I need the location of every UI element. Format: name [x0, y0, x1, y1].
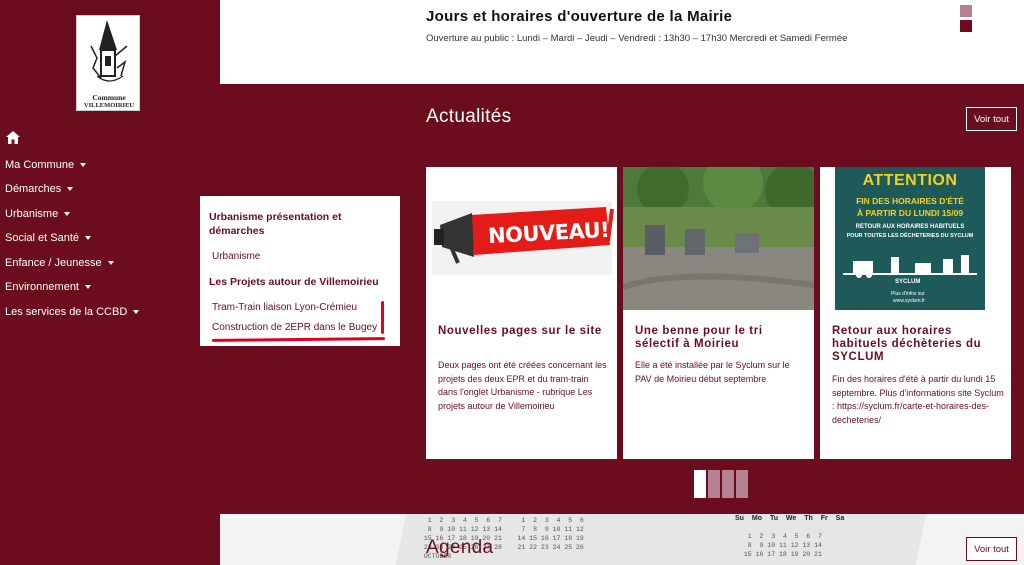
nav-environnement[interactable]: Environnement [5, 281, 91, 293]
poster-info: Plus d'infos sur [891, 291, 925, 297]
nav-urbanisme[interactable]: Urbanisme [5, 208, 71, 220]
poster-brand: SYCLUM [895, 279, 921, 285]
hours-title: Jours et horaires d'ouverture de la Mair… [426, 8, 733, 25]
card-text: Elle a été installée par le Syclum sur l… [635, 360, 790, 384]
poster-line: POUR TOUTES LES DÉCHETERIES DU SYCLUM [846, 233, 974, 239]
nav-label: Les services de la CCBD [5, 306, 128, 318]
slider-square-inactive[interactable] [960, 5, 972, 17]
recycling-bins-photo [623, 167, 814, 310]
calendar-grid-right: 1 2 3 4 5 6 7 8 9 10 11 12 13 14 15 16 1… [743, 533, 822, 558]
logo-line-1: Commune [92, 93, 126, 102]
caret-down-icon [107, 261, 114, 265]
news-title: Actualités [426, 106, 512, 127]
red-annotation-vertical [381, 301, 384, 334]
nav-label: Environnement [5, 281, 79, 293]
church-tower-icon [90, 20, 128, 82]
carousel-dot-2[interactable] [708, 470, 720, 498]
carousel-dot-4[interactable] [736, 470, 748, 498]
hours-text: Ouverture au public : Lundi – Mardi – Je… [426, 33, 848, 44]
submenu-link-tram-train[interactable]: Tram-Train liaison Lyon-Crémieu [212, 302, 357, 313]
card-title[interactable]: Une benne pour le tri sélectif à Moirieu [635, 325, 805, 351]
commune-logo[interactable]: Commune VILLEMOIRIEU [76, 15, 140, 111]
nav-label: Social et Santé [5, 232, 79, 244]
slider-square-active[interactable] [960, 20, 972, 32]
caret-down-icon [85, 285, 91, 289]
nav-label: Ma Commune [5, 159, 75, 171]
poster-url: www.syclum.fr [893, 298, 925, 304]
caret-down-icon [80, 163, 87, 167]
logo-line-2: VILLEMOIRIEU [83, 102, 135, 109]
submenu-link-construction-epr[interactable]: Construction de 2EPR dans le Bugey [212, 322, 377, 333]
poster-heading: ATTENTION [862, 172, 958, 189]
caret-down-icon [64, 212, 71, 216]
news-voir-tout-button[interactable]: Voir tout [966, 107, 1017, 131]
nav-social-sante[interactable]: Social et Santé [5, 232, 91, 244]
poster-line: RETOUR AUX HORAIRES HABITUELS [855, 224, 965, 230]
nav-enfance-jeunesse[interactable]: Enfance / Jeunesse [5, 257, 114, 269]
nav-label: Enfance / Jeunesse [5, 257, 102, 269]
agenda-section: 1 2 3 4 5 6 7 1 2 3 4 5 6 8 9 10 11 12 1… [220, 514, 1024, 565]
card-text: Fin des horaires d'été à partir du lundi… [832, 374, 1004, 425]
submenu-heading-projets[interactable]: Les Projets autour de Villemoirieu [209, 275, 389, 289]
card-text: Deux pages ont été créées concernant les… [438, 360, 607, 411]
submenu-heading-presentation[interactable]: Urbanisme présentation et démarches [209, 210, 389, 238]
urbanisme-dropdown: Urbanisme présentation et démarches Urba… [200, 196, 400, 346]
caret-down-icon [85, 236, 91, 240]
nav-label: Urbanisme [5, 208, 59, 220]
carousel-dot-1[interactable] [694, 470, 706, 498]
poster-line: À PARTIR DU LUNDI 15/09 [856, 208, 964, 218]
caret-down-icon [67, 187, 74, 191]
poster-line: FIN DES HORAIRES D'ÉTÉ [856, 196, 964, 206]
poster: ATTENTION FIN DES HORAIRES D'ÉTÉ À PARTI… [835, 167, 985, 310]
news-card-1[interactable]: NOUVEAU! Nouvelles pages sur le site Deu… [426, 167, 617, 459]
card-image: NOUVEAU! [426, 167, 617, 310]
card-image-photo [623, 167, 814, 310]
caret-down-icon [133, 310, 140, 314]
calendar-weekdays: Su Mo Tu We Th Fr Sa [735, 515, 845, 522]
card-title[interactable]: Retour aux horaires habituels déchèterie… [832, 325, 1002, 364]
news-card-2[interactable]: Une benne pour le tri sélectif à Moirieu… [623, 167, 814, 459]
card-title[interactable]: Nouvelles pages sur le site [438, 325, 608, 338]
news-card-3[interactable]: ATTENTION FIN DES HORAIRES D'ÉTÉ À PARTI… [820, 167, 1011, 459]
agenda-voir-tout-button[interactable]: Voir tout [966, 537, 1017, 561]
home-icon[interactable] [6, 131, 20, 144]
sidebar: Commune VILLEMOIRIEU Ma Commune Démarche… [0, 0, 220, 565]
card-image-poster: ATTENTION FIN DES HORAIRES D'ÉTÉ À PARTI… [820, 167, 1011, 310]
nav-ma-commune[interactable]: Ma Commune [5, 159, 87, 171]
agenda-title: Agenda [426, 537, 494, 558]
submenu-link-urbanisme[interactable]: Urbanisme [212, 251, 260, 262]
carousel-pagination [694, 470, 750, 498]
nav-services-ccbd[interactable]: Les services de la CCBD [5, 306, 140, 318]
carousel-dot-3[interactable] [722, 470, 734, 498]
nav-demarches[interactable]: Démarches [5, 183, 74, 195]
nav-label: Démarches [5, 183, 62, 195]
